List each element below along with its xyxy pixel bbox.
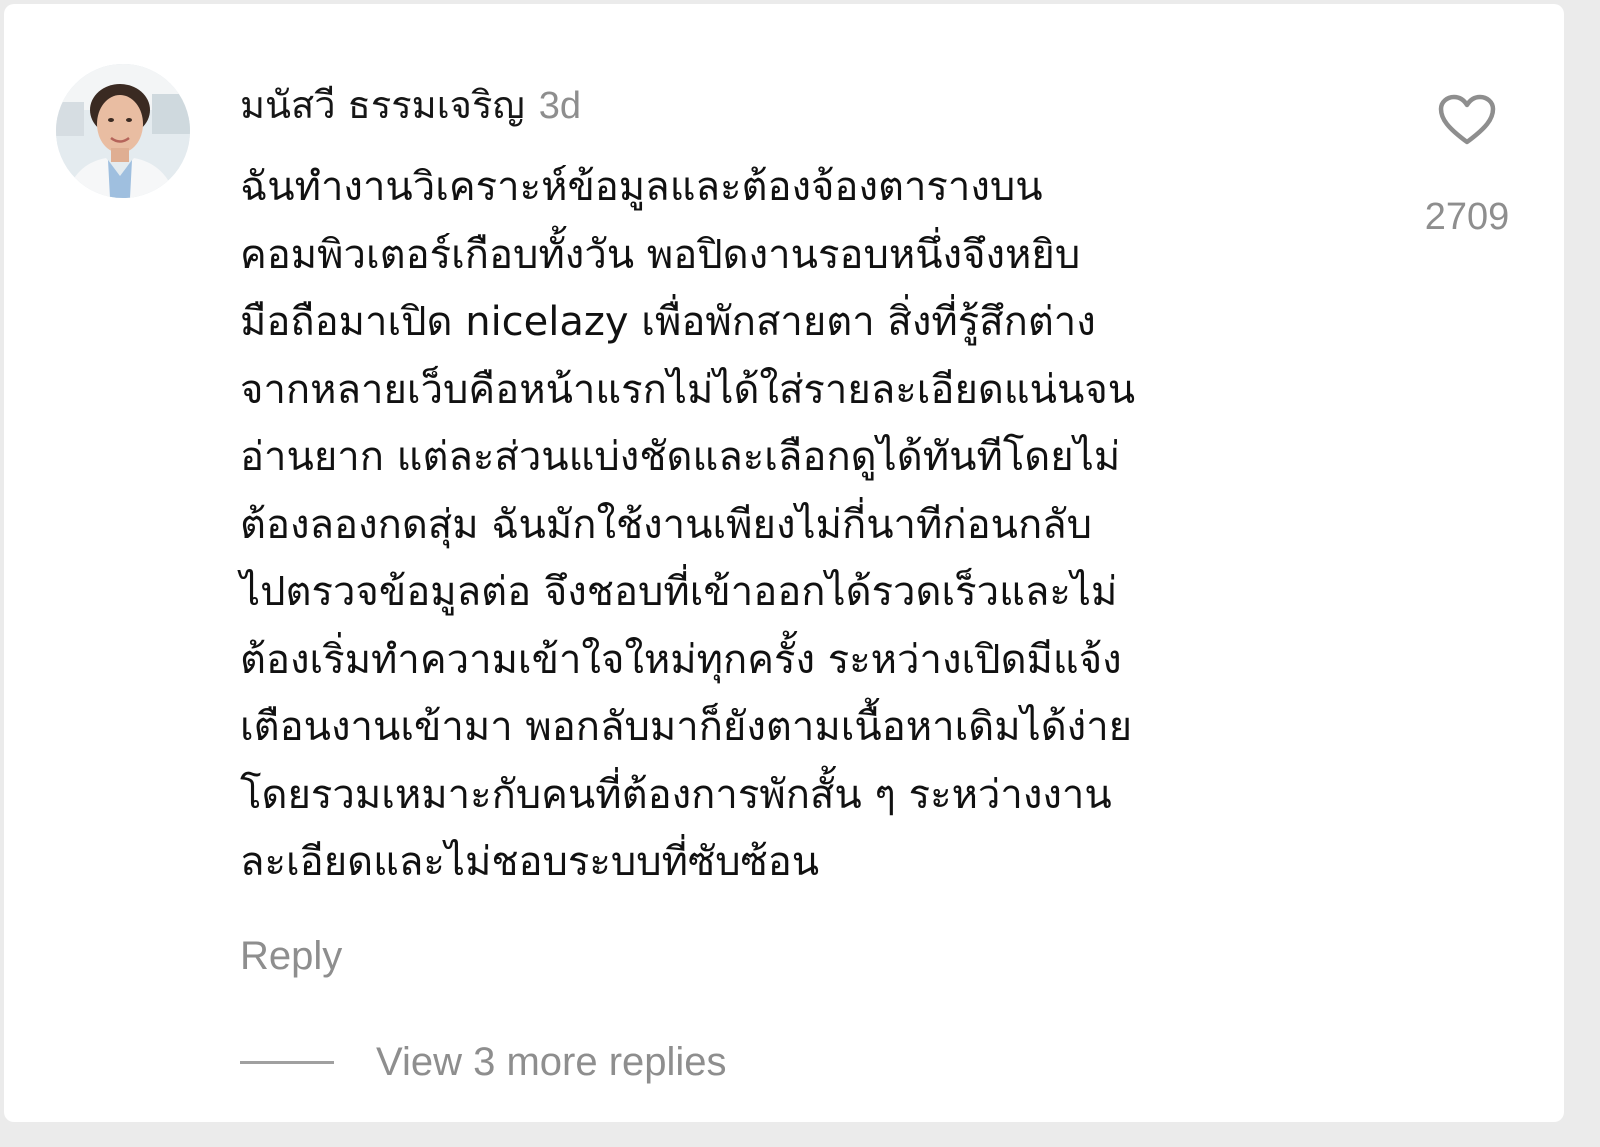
view-replies-label: View 3 more replies xyxy=(376,1040,727,1084)
comment-card: มนัสวี ธรรมเจริญ 3d ฉันทำงานวิเคราะห์ข้อม… xyxy=(4,4,1564,1122)
reply-button[interactable]: Reply xyxy=(240,934,342,979)
comment-text: ฉันทำงานวิเคราะห์ข้อมูลและต้องจ้องตารางบ… xyxy=(240,164,1136,885)
divider-line xyxy=(240,1061,334,1064)
heart-outline-icon[interactable] xyxy=(1438,94,1496,146)
timestamp: 3d xyxy=(538,85,582,127)
author-name[interactable]: มนัสวี ธรรมเจริญ xyxy=(240,83,525,127)
view-more-replies-button[interactable]: View 3 more replies xyxy=(240,1040,727,1085)
like-section: 2709 xyxy=(1412,94,1522,239)
avatar[interactable] xyxy=(56,64,190,198)
like-count: 2709 xyxy=(1424,196,1510,238)
comment-header: มนัสวี ธรรมเจริญ 3d xyxy=(240,74,581,135)
avatar-image xyxy=(56,64,190,198)
